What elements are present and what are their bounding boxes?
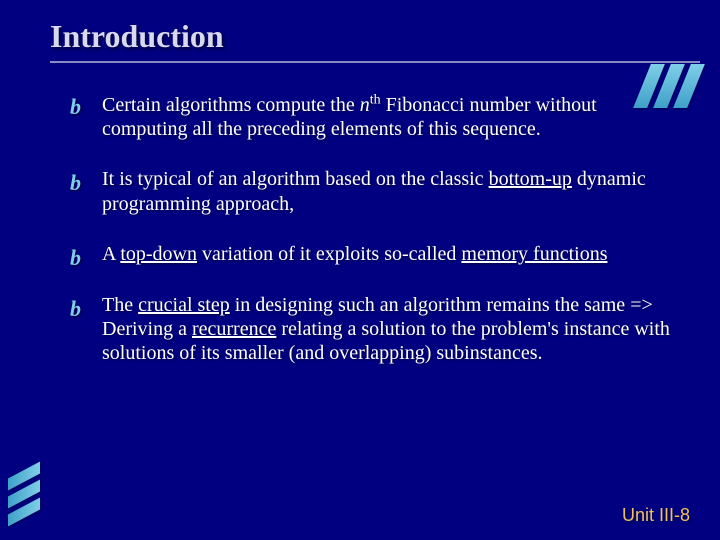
slide-footer: Unit III-8 xyxy=(622,505,690,526)
bullet-icon: b xyxy=(70,296,81,323)
bullet-icon: b xyxy=(70,170,81,197)
bullet-item: b A top-down variation of it exploits so… xyxy=(70,242,680,266)
bullet-item: b The crucial step in designing such an … xyxy=(70,293,680,366)
bullet-text: The crucial step in designing such an al… xyxy=(102,294,670,365)
bullet-list: b Certain algorithms compute the nth Fib… xyxy=(60,91,680,366)
slide-title: Introduction xyxy=(50,18,680,55)
bullet-item: b Certain algorithms compute the nth Fib… xyxy=(70,91,680,141)
bullet-item: b It is typical of an algorithm based on… xyxy=(70,167,680,216)
bullet-icon: b xyxy=(70,94,81,121)
slide: Introduction b Certain algorithms comput… xyxy=(0,0,720,540)
bullet-text: A top-down variation of it exploits so-c… xyxy=(102,243,607,265)
bullet-icon: b xyxy=(70,245,81,272)
bullet-text: It is typical of an algorithm based on t… xyxy=(102,168,646,214)
side-decoration xyxy=(8,470,40,518)
bullet-text: Certain algorithms compute the nth Fibon… xyxy=(102,94,597,140)
title-underline xyxy=(50,61,700,63)
